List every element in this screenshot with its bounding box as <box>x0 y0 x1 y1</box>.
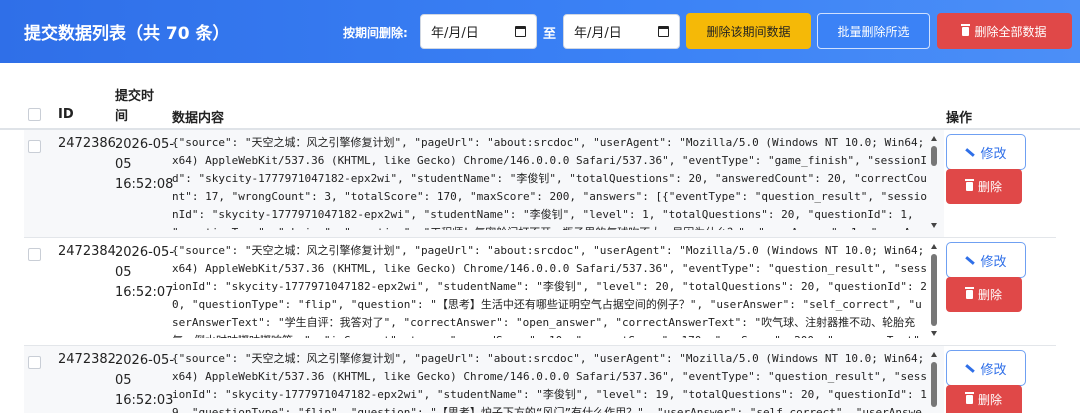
delete-button[interactable]: 删除 <box>946 277 1022 312</box>
row-checkbox[interactable] <box>28 140 41 153</box>
row-id: 2472384 <box>58 244 116 259</box>
row-id: 2472382 <box>58 352 116 367</box>
table-row: 2472384 2026-05-05 16:52:07 {"source": "… <box>24 238 1080 346</box>
row-time: 2026-05-05 16:52:08 <box>115 137 175 192</box>
row-content: {"source": "天空之城：风之引擎修复计划", "pageUrl": "… <box>172 136 927 230</box>
range-to-label: 至 <box>543 27 557 42</box>
row-id: 2472386 <box>58 136 116 151</box>
scroll-thumb[interactable] <box>931 362 937 407</box>
top-bar: 提交数据列表（共 70 条） 按期间删除: 年/月/日 至 年/月/日 删除该期… <box>0 0 1080 63</box>
start-date-placeholder: 年/月/日 <box>431 26 479 41</box>
delete-all-button[interactable]: 删除全部数据 <box>937 13 1072 49</box>
scroll-thumb[interactable] <box>931 146 937 166</box>
scroll-thumb[interactable] <box>931 254 937 326</box>
scroll-up-icon[interactable] <box>931 136 937 141</box>
range-delete-label: 按期间删除: <box>343 26 408 40</box>
edit-button[interactable]: 修改 <box>946 134 1026 170</box>
pencil-icon <box>965 363 976 373</box>
row-time: 2026-05-05 16:52:07 <box>115 245 175 300</box>
delete-label: 删除 <box>977 180 1002 194</box>
col-id-header: ID <box>58 107 74 122</box>
calendar-icon[interactable] <box>515 26 526 37</box>
edit-label: 修改 <box>980 146 1007 162</box>
trash-icon <box>964 287 974 299</box>
row-content: {"source": "天空之城：风之引擎修复计划", "pageUrl": "… <box>172 352 927 413</box>
edit-label: 修改 <box>980 362 1007 378</box>
scroll-up-icon[interactable] <box>931 352 937 357</box>
trash-icon <box>964 179 974 191</box>
row-content: {"source": "天空之城：风之引擎修复计划", "pageUrl": "… <box>172 244 927 338</box>
select-all-checkbox[interactable] <box>28 108 41 121</box>
table-header: ID 提交时间 数据内容 操作 <box>0 63 1080 130</box>
row-checkbox[interactable] <box>28 248 41 261</box>
delete-all-label: 删除全部数据 <box>974 24 1047 39</box>
row-checkbox[interactable] <box>28 356 41 369</box>
delete-button[interactable]: 删除 <box>946 385 1022 413</box>
edit-button[interactable]: 修改 <box>946 242 1026 278</box>
col-actions-header: 操作 <box>946 111 973 126</box>
scroll-down-icon[interactable] <box>931 223 937 228</box>
end-date-placeholder: 年/月/日 <box>574 26 622 41</box>
page-title: 提交数据列表（共 70 条） <box>24 24 230 44</box>
row-time: 2026-05-05 16:52:03 <box>115 353 175 408</box>
start-date-input[interactable]: 年/月/日 <box>420 14 537 49</box>
col-content-header: 数据内容 <box>172 111 225 126</box>
delete-label: 删除 <box>977 392 1002 407</box>
scroll-down-icon[interactable] <box>931 331 937 336</box>
content-scrollbar[interactable] <box>929 242 939 338</box>
delete-button[interactable]: 删除 <box>946 169 1022 204</box>
table-row: 2472386 2026-05-05 16:52:08 {"source": "… <box>24 130 1080 238</box>
trash-icon <box>961 23 971 36</box>
pencil-icon <box>965 255 976 265</box>
scroll-up-icon[interactable] <box>931 244 937 249</box>
col-time-header: 提交时间 <box>115 89 155 124</box>
edit-label: 修改 <box>980 254 1007 270</box>
submissions-table: ID 提交时间 数据内容 操作 2472386 2026-05-05 16:52… <box>0 63 1080 413</box>
end-date-input[interactable]: 年/月/日 <box>563 14 680 49</box>
delete-label: 删除 <box>977 288 1002 302</box>
trash-icon <box>964 391 974 404</box>
batch-delete-button[interactable]: 批量删除所选 <box>817 13 930 49</box>
edit-button[interactable]: 修改 <box>946 350 1026 386</box>
table-row: 2472382 2026-05-05 16:52:03 {"source": "… <box>24 346 1080 413</box>
content-scrollbar[interactable] <box>929 350 939 413</box>
pencil-icon <box>965 147 976 157</box>
content-scrollbar[interactable] <box>929 134 939 230</box>
delete-range-button[interactable]: 删除该期间数据 <box>686 13 811 49</box>
calendar-icon[interactable] <box>658 26 669 37</box>
